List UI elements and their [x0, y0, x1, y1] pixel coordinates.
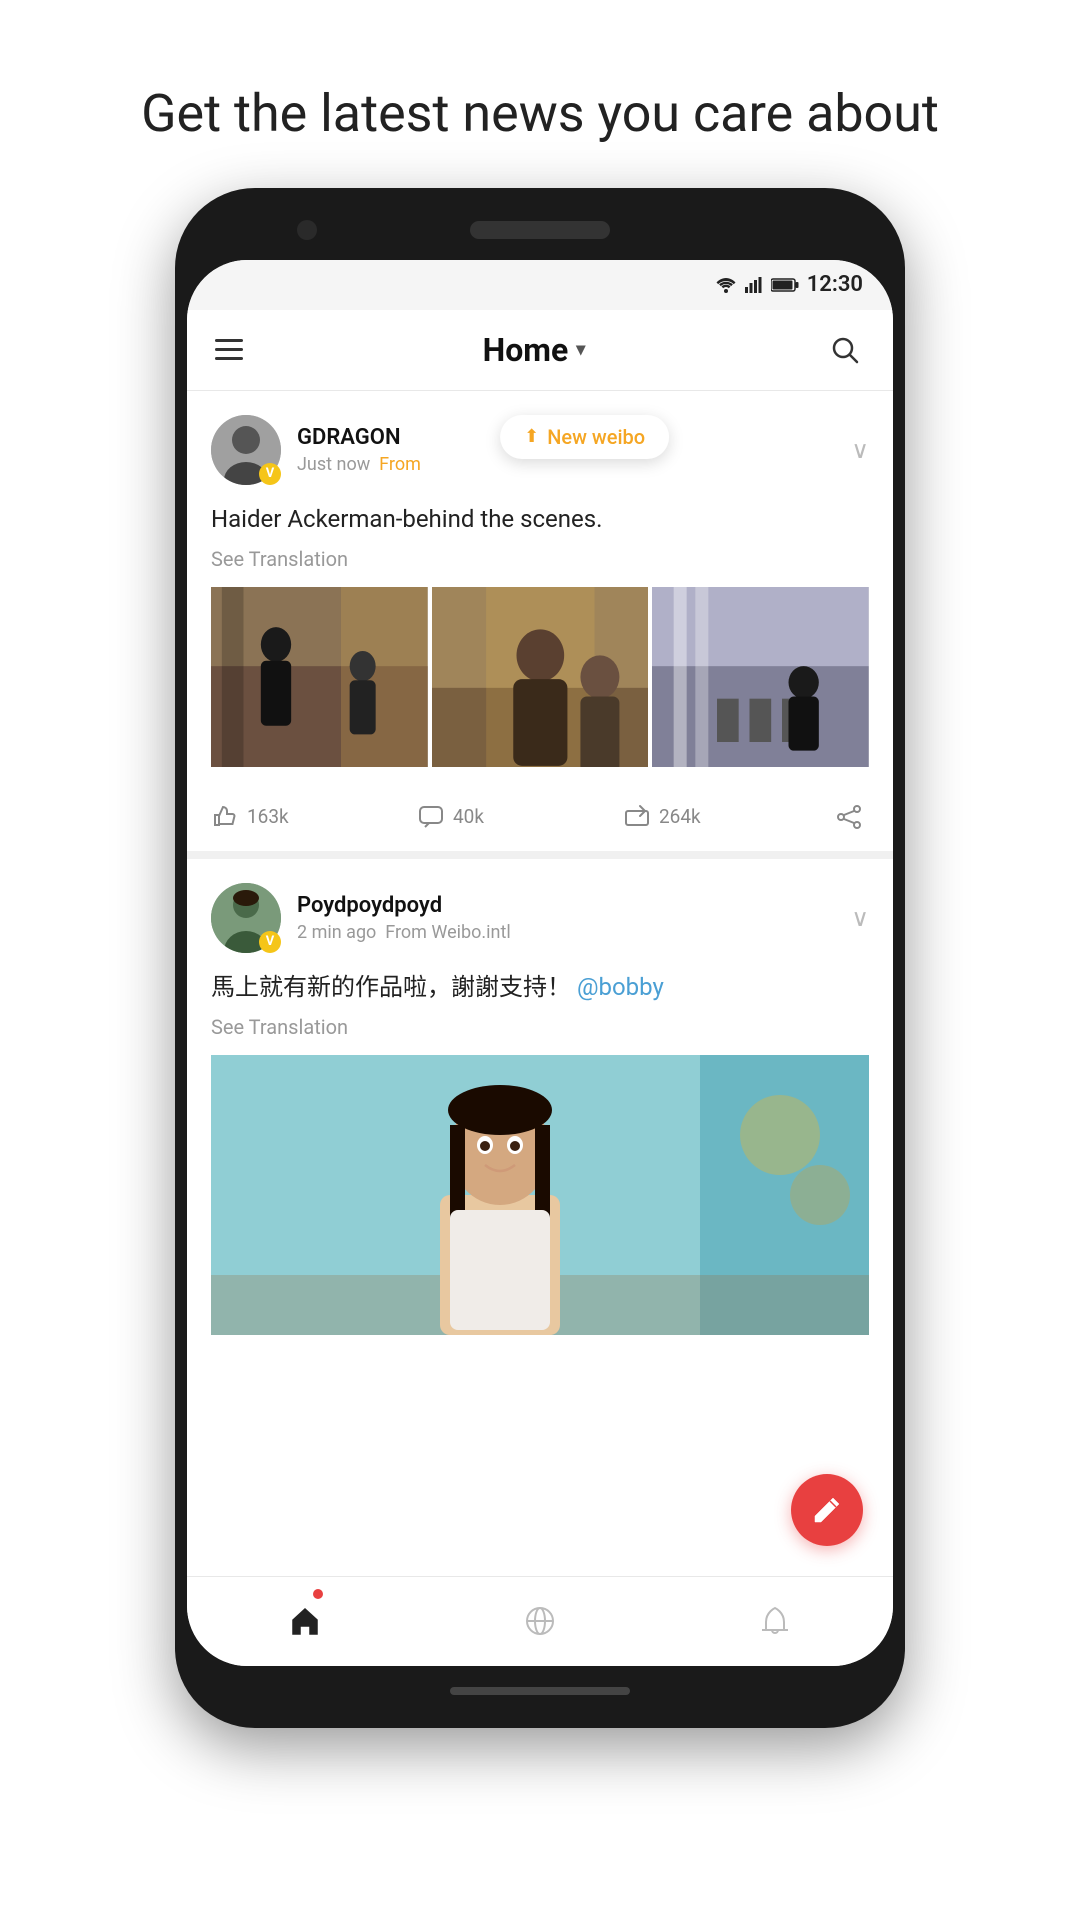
menu-button[interactable] [215, 339, 243, 360]
status-bar: 12:30 [187, 260, 893, 310]
like-count: 163k [247, 805, 289, 828]
post-image-grid [211, 587, 869, 767]
phone-screen: 12:30 Home ▾ [187, 260, 893, 1666]
home-icon [287, 1603, 323, 1639]
post-card: V Poydpoydpoyd 2 min ago From Weibo.intl… [187, 859, 893, 1335]
like-button[interactable]: 163k [211, 803, 417, 831]
home-dot-badge [313, 1589, 323, 1599]
post-image-2[interactable] [432, 587, 649, 767]
post-chevron-button[interactable]: ∨ [851, 436, 869, 464]
post-mention[interactable]: @bobby [577, 973, 664, 1001]
post-image-single[interactable] [211, 1055, 869, 1335]
app-header: Home ▾ [187, 310, 893, 391]
header-title[interactable]: Home ▾ [483, 331, 586, 369]
battery-icon [771, 278, 799, 292]
post-chevron-button[interactable]: ∨ [851, 904, 869, 932]
comment-count: 40k [453, 805, 484, 828]
repost-count: 264k [659, 805, 701, 828]
post-image-1[interactable] [211, 587, 428, 767]
feed: V GDRAGON Just now From ∨ Haider Ackerma… [187, 391, 893, 1585]
home-indicator [450, 1687, 630, 1695]
post-username: Poydpoydpoyd [297, 893, 851, 918]
dropdown-arrow-icon: ▾ [576, 339, 585, 360]
new-weibo-label: New weibo [547, 425, 645, 449]
share-icon [835, 803, 863, 831]
post-card: V GDRAGON Just now From ∨ Haider Ackerma… [187, 391, 893, 859]
nav-discover[interactable] [422, 1577, 657, 1666]
verified-badge: V [259, 931, 281, 953]
see-translation-button[interactable]: See Translation [211, 547, 869, 571]
compose-fab[interactable] [791, 1474, 863, 1546]
discover-icon [522, 1603, 558, 1639]
post-text: Haider Ackerman-behind the scenes. [211, 501, 869, 537]
phone-speaker [470, 221, 610, 239]
like-icon [211, 803, 239, 831]
see-translation-button[interactable]: See Translation [211, 1015, 869, 1039]
repost-button[interactable]: 264k [623, 803, 829, 831]
search-button[interactable] [825, 330, 865, 370]
comment-button[interactable]: 40k [417, 803, 623, 831]
page-headline: Get the latest news you care about [0, 0, 1080, 188]
status-time: 12:30 [807, 272, 863, 297]
nav-home[interactable] [187, 1577, 422, 1666]
post-text: 馬上就有新的作品啦，謝謝支持！ @bobby [211, 969, 869, 1005]
new-weibo-toast[interactable]: ⬆ New weibo [500, 415, 669, 459]
wifi-icon [715, 277, 737, 293]
bell-icon [757, 1603, 793, 1639]
verified-badge: V [259, 463, 281, 485]
phone-camera [297, 220, 317, 240]
pencil-icon [811, 1494, 843, 1526]
new-weibo-arrow-icon: ⬆ [524, 426, 539, 447]
bottom-nav [187, 1576, 893, 1666]
nav-notifications[interactable] [658, 1577, 893, 1666]
share-button[interactable] [829, 803, 869, 831]
post-meta: 2 min ago From Weibo.intl [297, 922, 851, 943]
post-action-bar: 163k 40k [211, 787, 869, 851]
comment-icon [417, 803, 445, 831]
signal-icon [745, 277, 763, 293]
repost-icon [623, 803, 651, 831]
post-image-3[interactable] [652, 587, 869, 767]
phone-mockup: 12:30 Home ▾ [175, 188, 905, 1728]
